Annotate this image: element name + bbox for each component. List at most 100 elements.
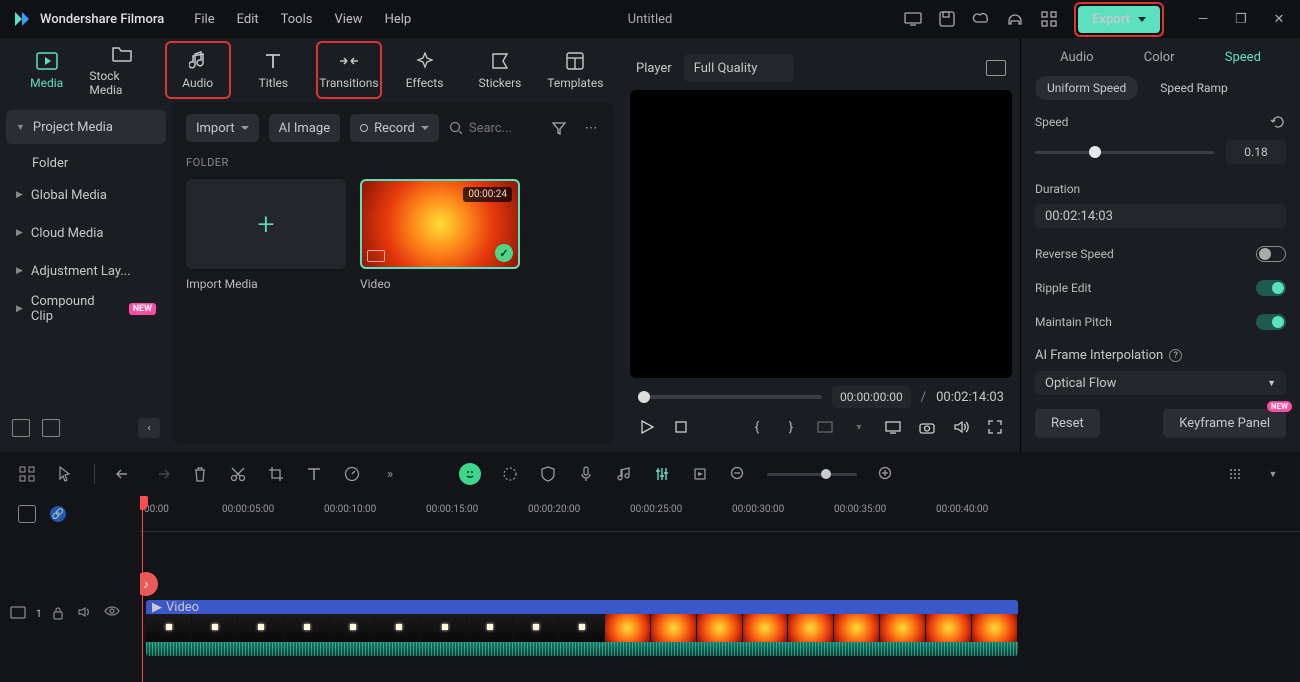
chevron-down-icon[interactable]: ▼: [850, 418, 868, 436]
volume-icon[interactable]: [952, 418, 970, 436]
video-clip[interactable]: ▶Video: [146, 600, 1018, 656]
tab-titles[interactable]: Titles: [241, 41, 306, 99]
sidebar-project-media[interactable]: ▼Project Media: [6, 110, 166, 144]
tab-audio[interactable]: Audio: [165, 41, 231, 99]
tab-effects[interactable]: Effects: [392, 41, 457, 99]
timeline-tracks[interactable]: 00:00 00:00:05:00 00:00:10:00 00:00:15:0…: [140, 496, 1300, 682]
tab-color-props[interactable]: Color: [1136, 46, 1183, 69]
headset-icon[interactable]: [1006, 10, 1024, 28]
aspect-icon[interactable]: [816, 418, 834, 436]
import-dropdown[interactable]: Import: [186, 114, 259, 142]
menu-edit[interactable]: Edit: [237, 12, 259, 27]
duration-input[interactable]: 00:02:14:03: [1035, 204, 1286, 228]
seek-bar[interactable]: [638, 395, 822, 399]
quality-dropdown[interactable]: Full Quality: [684, 54, 794, 82]
preview-viewport[interactable]: [630, 90, 1012, 378]
apps-icon[interactable]: [1040, 10, 1058, 28]
play-button[interactable]: [638, 418, 656, 436]
tab-speed-props[interactable]: Speed: [1217, 46, 1269, 69]
slider-knob[interactable]: [1089, 146, 1101, 158]
ai-image-button[interactable]: AI Image: [269, 114, 340, 142]
track-box-icon[interactable]: [18, 505, 36, 523]
pointer-icon[interactable]: [56, 465, 74, 483]
tab-stickers[interactable]: Stickers: [467, 41, 532, 99]
reset-speed-icon[interactable]: [1270, 114, 1286, 130]
zoom-in-icon[interactable]: [877, 465, 895, 483]
stop-button[interactable]: [672, 418, 690, 436]
zoom-slider[interactable]: [767, 473, 857, 476]
tab-transitions[interactable]: Transitions: [316, 41, 382, 99]
info-icon[interactable]: ?: [1169, 349, 1182, 362]
sidebar-folder[interactable]: Folder: [6, 148, 166, 178]
menu-file[interactable]: File: [194, 12, 214, 27]
ripple-toggle[interactable]: [1256, 280, 1286, 296]
mark-out-icon[interactable]: }: [782, 418, 800, 436]
reverse-toggle[interactable]: [1256, 246, 1286, 262]
search-input[interactable]: [469, 121, 529, 136]
export-button[interactable]: Export: [1078, 6, 1160, 33]
minimize-button[interactable]: —: [1194, 10, 1212, 28]
shield-icon[interactable]: [539, 465, 557, 483]
color-wheel-icon[interactable]: [501, 465, 519, 483]
cloud-icon[interactable]: [972, 10, 990, 28]
marker-icon[interactable]: [691, 465, 709, 483]
import-media-tile[interactable]: + Import Media: [186, 179, 346, 291]
save-icon[interactable]: [938, 10, 956, 28]
speed-value[interactable]: 0.18: [1226, 140, 1286, 164]
interpolation-dropdown[interactable]: Optical Flow▼: [1035, 371, 1286, 395]
menu-view[interactable]: View: [334, 12, 362, 27]
ai-face-icon[interactable]: [459, 463, 481, 485]
visibility-icon[interactable]: [104, 606, 120, 622]
snapshot-icon[interactable]: [986, 60, 1006, 76]
sidebar-compound-clip[interactable]: ▶Compound ClipNEW: [6, 292, 166, 326]
lock-icon[interactable]: [52, 606, 68, 622]
video-track-header[interactable]: 1: [0, 582, 140, 646]
folder-icon[interactable]: [42, 419, 60, 437]
track-options-icon[interactable]: [1226, 465, 1244, 483]
mark-in-icon[interactable]: {: [748, 418, 766, 436]
speed-slider[interactable]: [1035, 151, 1214, 154]
maximize-button[interactable]: ❐: [1232, 10, 1250, 28]
settings-icon[interactable]: ▼: [1264, 465, 1282, 483]
mixer-icon[interactable]: [653, 465, 671, 483]
sidebar-global-media[interactable]: ▶Global Media: [6, 178, 166, 212]
reset-button[interactable]: Reset: [1035, 409, 1100, 438]
pitch-toggle[interactable]: [1256, 314, 1286, 330]
seek-knob[interactable]: [638, 391, 650, 403]
monitor-icon[interactable]: [904, 10, 922, 28]
crop-icon[interactable]: [267, 465, 285, 483]
fullscreen-icon[interactable]: [986, 418, 1004, 436]
record-dropdown[interactable]: Record: [350, 114, 439, 142]
more-icon[interactable]: ⋯: [582, 119, 600, 137]
undo-icon[interactable]: [115, 465, 133, 483]
text-tool-icon[interactable]: [305, 465, 323, 483]
zoom-out-icon[interactable]: [729, 465, 747, 483]
tab-stock-media[interactable]: Stock Media: [89, 41, 154, 99]
cut-icon[interactable]: [229, 465, 247, 483]
menu-tools[interactable]: Tools: [281, 12, 313, 27]
mic-icon[interactable]: [577, 465, 595, 483]
video-thumbnail[interactable]: 00:00:24 ✓ Video: [360, 179, 520, 291]
speed-tool-icon[interactable]: [343, 465, 361, 483]
new-folder-icon[interactable]: [12, 419, 30, 437]
search-box[interactable]: [449, 121, 529, 136]
keyframe-panel-button[interactable]: Keyframe PanelNEW: [1163, 409, 1286, 438]
tab-audio-props[interactable]: Audio: [1052, 46, 1101, 69]
zoom-knob[interactable]: [821, 469, 831, 479]
filter-icon[interactable]: [550, 119, 568, 137]
camera-icon[interactable]: [918, 418, 936, 436]
playhead[interactable]: [142, 496, 143, 682]
menu-help[interactable]: Help: [385, 12, 412, 27]
sidebar-adjustment-layer[interactable]: ▶Adjustment Lay...: [6, 254, 166, 288]
collapse-sidebar-button[interactable]: ‹: [138, 418, 160, 438]
more-tools-icon[interactable]: »: [381, 465, 399, 483]
close-button[interactable]: ✕: [1270, 10, 1288, 28]
tab-templates[interactable]: Templates: [543, 41, 608, 99]
speed-ramp-chip[interactable]: Speed Ramp: [1148, 76, 1240, 100]
mute-icon[interactable]: [78, 606, 94, 622]
redo-icon[interactable]: [153, 465, 171, 483]
delete-icon[interactable]: [191, 465, 209, 483]
display-icon[interactable]: [884, 418, 902, 436]
uniform-speed-chip[interactable]: Uniform Speed: [1035, 76, 1138, 100]
grid-icon[interactable]: [18, 465, 36, 483]
